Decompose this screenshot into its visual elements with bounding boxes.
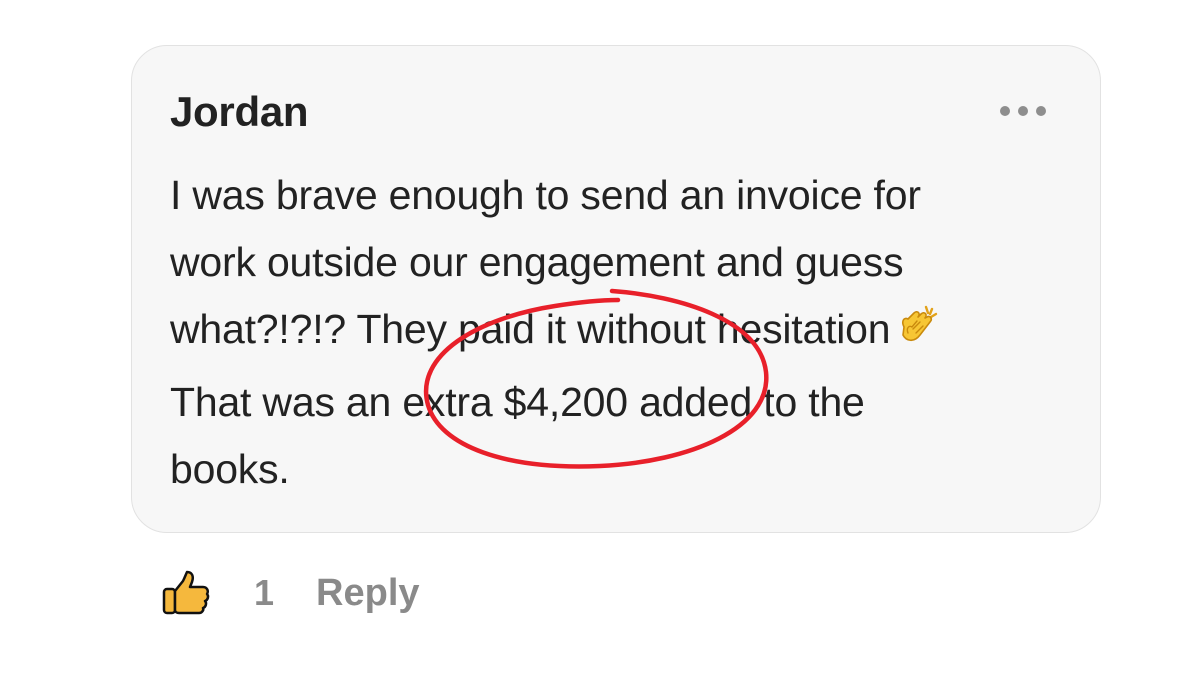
comment-line-3: what?!?!? They paid it without hesitatio… (170, 306, 891, 352)
comment-line-3-wrap: what?!?!? They paid it without hesitatio… (170, 296, 1050, 369)
comment-author[interactable]: Jordan (170, 88, 309, 136)
comment-line-2: work outside our engagement and guess (170, 239, 904, 285)
thumbs-up-icon (162, 570, 210, 615)
comment-line-5: books. (170, 446, 290, 492)
like-count: 1 (254, 572, 275, 613)
comment-line-4: That was an extra $4,200 added to the (170, 379, 865, 425)
more-options-button[interactable] (1000, 96, 1046, 126)
comment-card: Jordan I was brave enough to send an inv… (131, 45, 1101, 533)
like-button[interactable] (160, 567, 212, 619)
comment-actions: 1 Reply (160, 565, 420, 621)
reply-button[interactable]: Reply (316, 572, 419, 615)
comment-body: I was brave enough to send an invoice fo… (170, 162, 1050, 503)
comment-line-1: I was brave enough to send an invoice fo… (170, 172, 921, 218)
more-horizontal-icon (1000, 106, 1010, 116)
clapping-hands-icon (896, 302, 942, 369)
comment-screenshot: Jordan I was brave enough to send an inv… (0, 0, 1200, 675)
